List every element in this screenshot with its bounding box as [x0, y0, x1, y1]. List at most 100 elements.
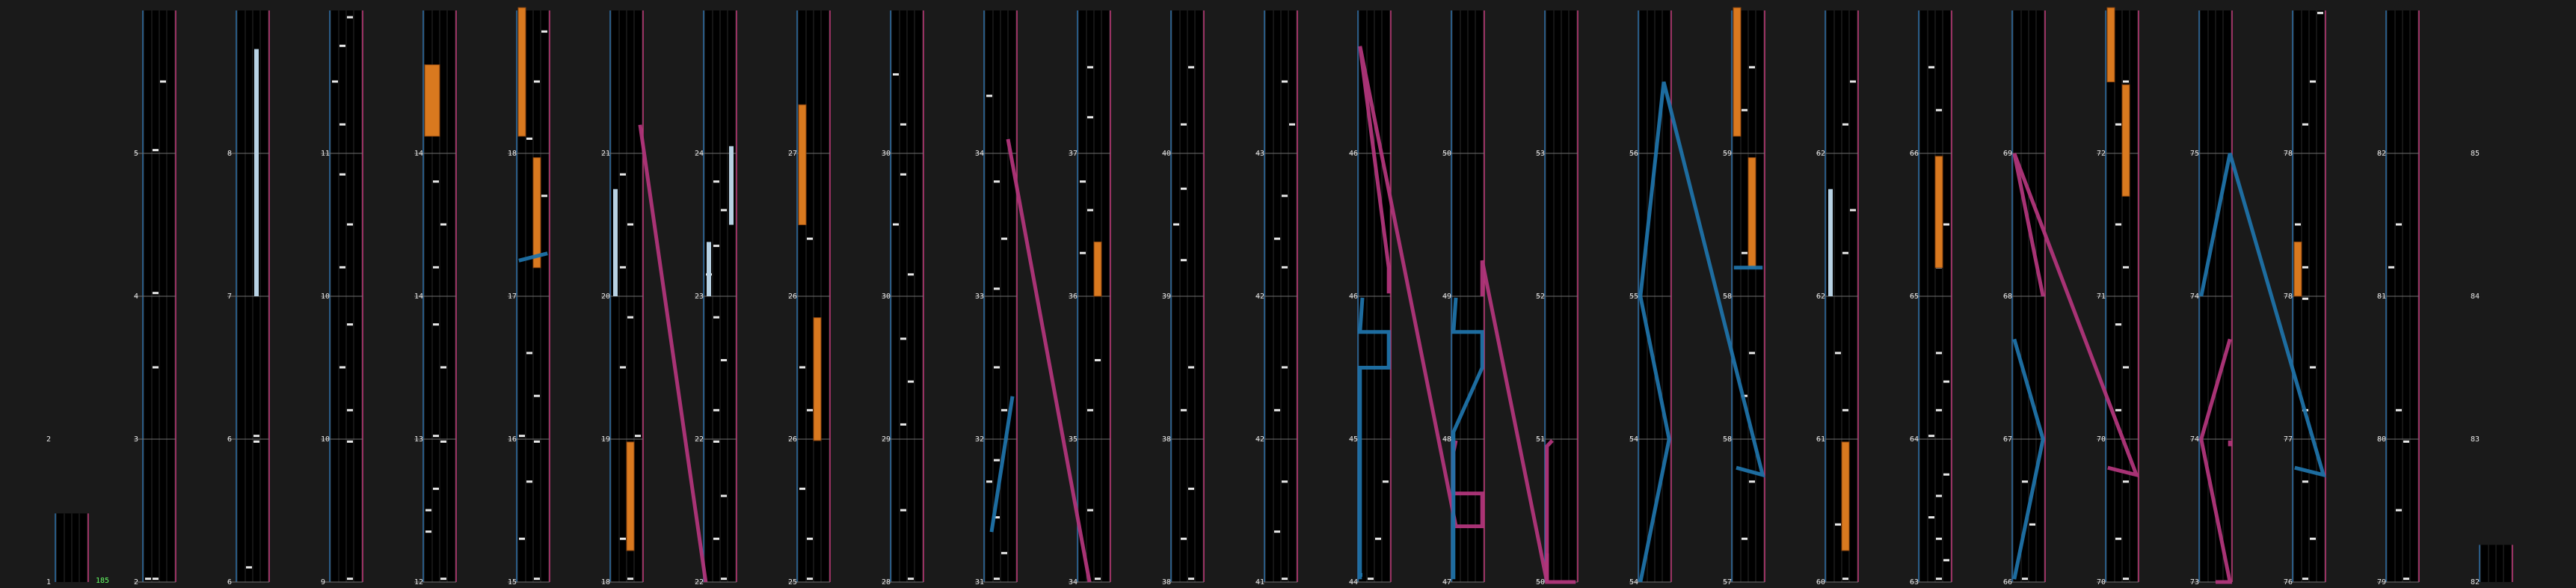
measure-label: 35 [1069, 435, 1078, 444]
measure-label: 39 [1162, 293, 1172, 301]
measure-label: 65 [1910, 293, 1919, 301]
fx-hold [1093, 241, 1102, 297]
measure-label: 72 [2097, 150, 2106, 158]
tap-note [145, 578, 151, 581]
measure-label: 18 [508, 150, 517, 158]
tap-note [2115, 123, 2121, 126]
tap-note [1001, 408, 1007, 411]
tap-note [534, 578, 540, 581]
measure-label: 56 [1629, 150, 1639, 158]
tap-note [713, 316, 719, 319]
tap-note [2396, 408, 2402, 411]
tap-note [1087, 509, 1093, 512]
fx-hold [798, 104, 807, 225]
tap-note [2403, 440, 2409, 443]
tap-note [347, 578, 353, 581]
tap-note [1001, 237, 1007, 240]
tap-note [721, 209, 727, 212]
tap-note [2388, 266, 2394, 269]
tap-note [2115, 323, 2121, 326]
tap-note [339, 123, 345, 126]
tap-note [1080, 251, 1086, 254]
measure-label: 13 [414, 435, 424, 444]
tap-note [339, 266, 345, 269]
tap-note [1928, 516, 1934, 519]
tap-note [1749, 352, 1755, 355]
measure-label: 8 [227, 150, 233, 158]
tap-note [1375, 537, 1381, 540]
tap-note [1842, 408, 1848, 411]
tap-note [1282, 480, 1288, 483]
measure-label: 78 [2284, 150, 2293, 158]
tap-note [713, 245, 719, 248]
measure-label: 22 [695, 578, 704, 587]
tap-note [713, 537, 719, 540]
tap-note [627, 578, 633, 581]
measure-label: 38 [1162, 578, 1172, 587]
measure-label: 43 [1255, 150, 1265, 158]
tap-note [2123, 80, 2129, 83]
measure-label: 59 [1723, 150, 1733, 158]
measure-label: 25 [788, 578, 798, 587]
hold-note [1828, 189, 1833, 296]
tap-note [2123, 266, 2129, 269]
tap-note [153, 578, 159, 581]
tap-note [1181, 537, 1187, 540]
measure-label: 71 [2097, 293, 2106, 301]
tap-note [713, 440, 719, 443]
tap-note [425, 509, 431, 512]
tap-note [433, 180, 439, 183]
measure-label: 42 [1255, 293, 1265, 301]
tap-note [347, 223, 353, 226]
tap-note [347, 408, 353, 411]
measure-label: 52 [1536, 293, 1546, 301]
tap-note [2396, 509, 2402, 512]
measure-label: 75 [2190, 150, 2200, 158]
tap-note [994, 366, 1000, 369]
measure-label: 26 [788, 293, 798, 301]
measure-label: 26 [788, 435, 798, 444]
fx-hold [517, 7, 526, 137]
tap-note [1936, 408, 1942, 411]
tap-note [1095, 578, 1101, 581]
measure-label: 46 [1349, 150, 1359, 158]
tap-note [425, 530, 431, 533]
tap-note [1282, 80, 1288, 83]
measure-label: 44 [1349, 578, 1359, 587]
tap-note [713, 408, 719, 411]
tap-note [1282, 266, 1288, 269]
measure-label: 6 [227, 435, 233, 444]
measure-label: 24 [695, 150, 704, 158]
tap-note [986, 94, 992, 97]
tap-note [1080, 180, 1086, 183]
fx-hold [532, 157, 541, 269]
tap-note [339, 44, 345, 47]
hold-note [613, 189, 618, 296]
measure-label: 82 [2377, 150, 2387, 158]
tap-note [160, 80, 166, 83]
measure-label: 70 [2097, 578, 2106, 587]
tap-note [2022, 480, 2028, 483]
measure-label: 73 [2190, 578, 2200, 587]
measure-label: 20 [601, 293, 611, 301]
measure-label: 40 [1162, 150, 1172, 158]
fx-hold [1747, 157, 1756, 269]
tap-note [153, 366, 159, 369]
measure-label: 11 [321, 150, 331, 158]
tap-note [1936, 494, 1942, 497]
tap-note [2029, 523, 2035, 526]
tap-note [900, 423, 906, 426]
measure-label: 67 [2003, 435, 2013, 444]
fx-hold [424, 64, 440, 137]
measure-label: 51 [1536, 435, 1546, 444]
measure-label: 36 [1069, 293, 1078, 301]
measure-label: 14 [414, 150, 424, 158]
tap-note [1087, 116, 1093, 119]
note-count: 185 [96, 577, 110, 585]
measure-label: 34 [1069, 578, 1078, 587]
tap-note [908, 273, 914, 276]
tap-note [1749, 480, 1755, 483]
measure-label: 12 [414, 578, 424, 587]
tap-note [1173, 223, 1179, 226]
tap-note [1188, 578, 1194, 581]
